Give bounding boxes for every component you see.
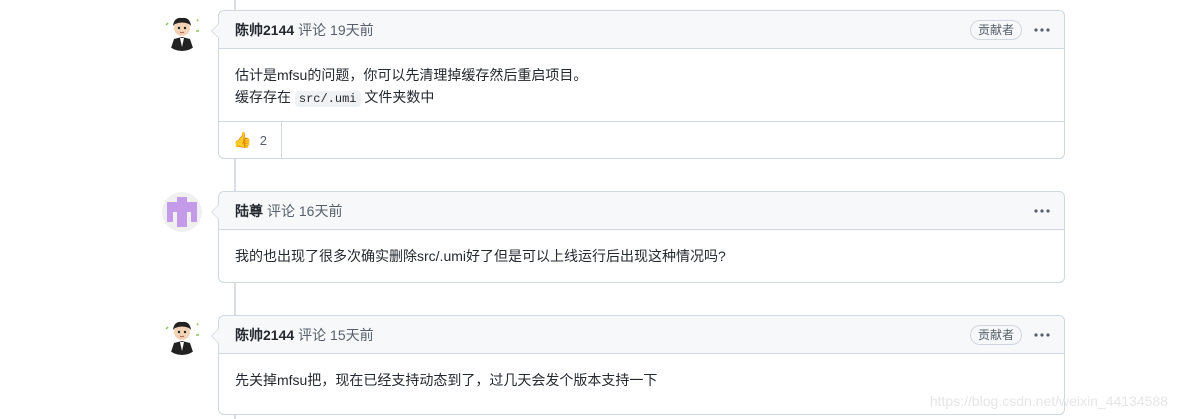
identicon-avatar-icon: [162, 192, 202, 232]
comment-text-prefix: 缓存存在: [235, 89, 295, 105]
comment-text: 先关掉mfsu把，现在已经支持动态到了，过几天会发个版本支持一下: [235, 372, 658, 388]
cartoon-man-avatar-icon: [162, 315, 202, 355]
comment-author[interactable]: 陈帅2144: [235, 20, 294, 40]
comment-text: 我的也出现了很多次确实删除src/.umi好了但是可以上线运行后出现这种情况吗?: [235, 248, 726, 264]
thumbs-up-icon: 👍: [233, 132, 252, 149]
comment-meta[interactable]: 评论 16天前: [267, 201, 342, 221]
contributor-badge: 贡献者: [969, 324, 1022, 345]
more-options-icon[interactable]: [1030, 325, 1054, 345]
comment-header: 陈帅2144 评论 15天前 贡献者: [219, 316, 1064, 354]
watermark: https://blog.csdn.net/weixin_44134588: [929, 393, 1168, 409]
reaction-count: 2: [259, 132, 267, 148]
inline-code: src/.umi: [294, 91, 361, 107]
comment-body: 我的也出现了很多次确实删除src/.umi好了但是可以上线运行后出现这种情况吗?: [219, 230, 1064, 282]
reactions-bar: 👍 2: [219, 121, 1064, 158]
comment-body: 估计是mfsu的问题，你可以先清理掉缓存然后重启项目。 缓存存在 src/.um…: [219, 49, 1064, 121]
thumbs-up-reaction[interactable]: 👍 2: [219, 122, 282, 158]
contributor-badge: 贡献者: [969, 19, 1022, 40]
comment-text: 缓存存在 src/.umi 文件夹数中: [235, 86, 1048, 110]
comment-author[interactable]: 陆尊: [235, 201, 263, 221]
more-options-icon[interactable]: [1030, 20, 1054, 40]
comment-header: 陆尊 评论 16天前: [219, 192, 1064, 230]
avatar[interactable]: [162, 11, 202, 51]
comment-header: 陈帅2144 评论 19天前 贡献者: [219, 11, 1064, 49]
avatar[interactable]: [162, 315, 202, 355]
comment-card: 陈帅2144 评论 19天前 贡献者 估计是mfsu的问题，你可以先清理掉缓存然…: [211, 10, 1065, 159]
comment-text: 估计是mfsu的问题，你可以先清理掉缓存然后重启项目。: [235, 67, 588, 83]
comment-text-suffix: 文件夹数中: [360, 89, 435, 105]
more-options-icon[interactable]: [1030, 201, 1054, 221]
cartoon-man-avatar-icon: [162, 11, 202, 51]
comment-meta[interactable]: 评论 19天前: [298, 20, 373, 40]
avatar[interactable]: [162, 192, 202, 232]
comment-card: 陆尊 评论 16天前 我的也出现了很多次确实删除src/.umi好了但是可以上线…: [211, 191, 1065, 283]
comment-author[interactable]: 陈帅2144: [235, 325, 294, 345]
comment-meta[interactable]: 评论 15天前: [298, 325, 373, 345]
